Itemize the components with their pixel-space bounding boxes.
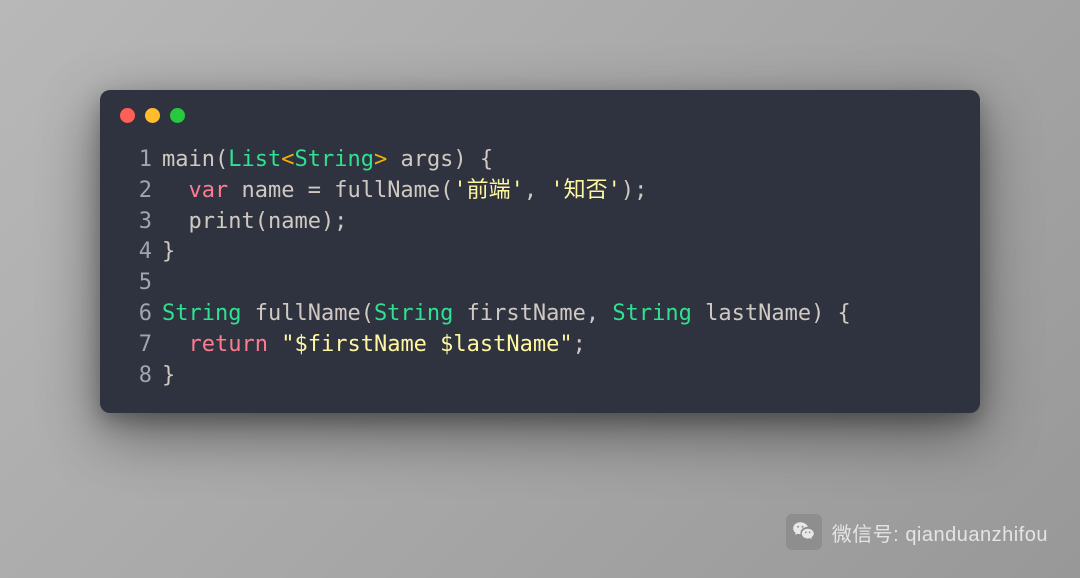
code-token: String [374,301,453,326]
code-token: return [189,332,268,357]
line-number: 7 [124,330,152,361]
close-icon[interactable] [120,108,135,123]
wechat-icon [786,514,822,550]
line-content: main(List<String> args) { [152,145,493,176]
code-token [268,332,281,357]
line-content: String fullName(String firstName, String… [152,299,851,330]
code-token: name = fullName( [228,178,453,203]
code-block: 1main(List<String> args) {2 var name = f… [100,131,980,397]
code-token: args) { [387,147,493,172]
code-token: < [281,147,294,172]
maximize-icon[interactable] [170,108,185,123]
code-token: '前端' [453,178,524,203]
code-token: fullName( [241,301,373,326]
line-number: 6 [124,299,152,330]
code-window: 1main(List<String> args) {2 var name = f… [100,90,980,413]
code-line: 3 print(name); [124,207,956,238]
code-line: 7 return "$firstName $lastName"; [124,330,956,361]
footer-attribution: 微信号: qianduanzhifou [786,514,1048,550]
code-token: "$firstName $lastName" [281,332,572,357]
code-line: 6String fullName(String firstName, Strin… [124,299,956,330]
code-line: 1main(List<String> args) { [124,145,956,176]
line-number: 8 [124,361,152,392]
code-token: main( [162,147,228,172]
minimize-icon[interactable] [145,108,160,123]
code-token: } [162,239,175,264]
footer-text: 微信号: qianduanzhifou [832,518,1048,547]
code-token: String [294,147,373,172]
code-token: var [189,178,229,203]
code-token: print(name); [162,209,347,234]
line-number: 2 [124,176,152,207]
code-token: lastName) { [692,301,851,326]
code-token: List [228,147,281,172]
code-line: 2 var name = fullName('前端', '知否'); [124,176,956,207]
footer-label: 微信号: [832,524,900,546]
code-token: String [162,301,241,326]
code-token: ; [573,332,586,357]
code-token: } [162,363,175,388]
line-content: } [152,237,175,268]
code-token: firstName, [453,301,612,326]
code-token: > [374,147,387,172]
code-token: , [524,178,551,203]
code-token: '知否' [550,178,621,203]
line-number: 3 [124,207,152,238]
line-number: 5 [124,268,152,299]
code-token [162,178,189,203]
line-content: } [152,361,175,392]
line-number: 1 [124,145,152,176]
code-line: 8} [124,361,956,392]
code-token [162,332,189,357]
line-number: 4 [124,237,152,268]
code-line: 4} [124,237,956,268]
window-titlebar [100,90,980,131]
line-content: return "$firstName $lastName"; [152,330,586,361]
line-content [152,268,175,299]
code-line: 5 [124,268,956,299]
footer-value: qianduanzhifou [905,524,1048,546]
line-content: print(name); [152,207,347,238]
code-token: ); [621,178,648,203]
line-content: var name = fullName('前端', '知否'); [152,176,647,207]
code-token: String [612,301,691,326]
